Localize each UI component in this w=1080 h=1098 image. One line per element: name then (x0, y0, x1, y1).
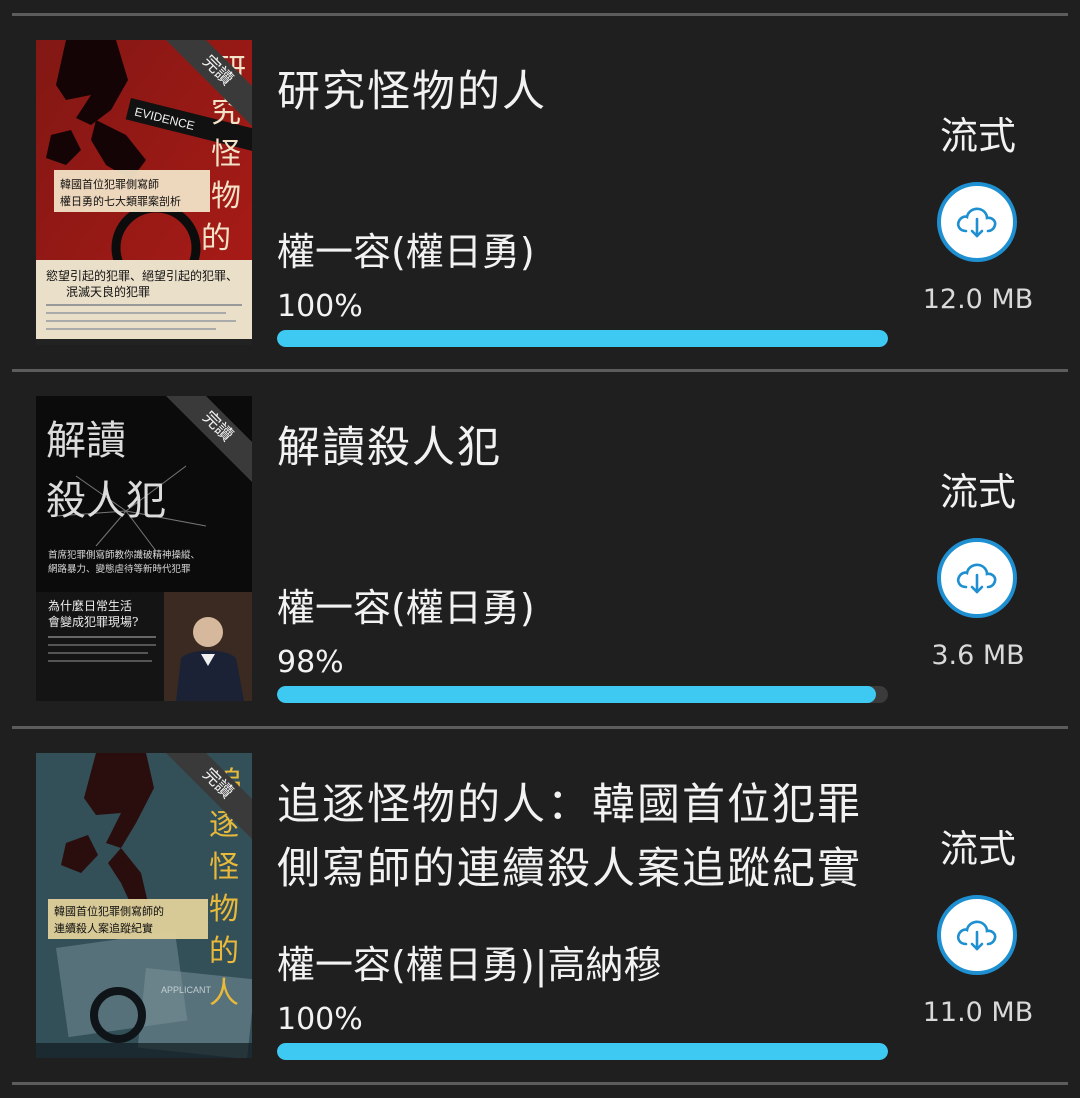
progress-bar (277, 330, 888, 347)
download-button[interactable] (937, 538, 1017, 618)
download-list-page: EVIDENCE 韓國首位犯罪側寫師 權日勇的七大類罪案剖析 研 究 怪 物 的… (0, 0, 1080, 1098)
book-cover[interactable]: EVIDENCE 韓國首位犯罪側寫師 權日勇的七大類罪案剖析 研 究 怪 物 的… (36, 40, 252, 345)
book-list-item[interactable]: EVIDENCE 韓國首位犯罪側寫師 權日勇的七大類罪案剖析 研 究 怪 物 的… (0, 16, 1080, 370)
progress-fill (277, 330, 888, 347)
divider (12, 1082, 1068, 1085)
download-button[interactable] (937, 895, 1017, 975)
download-button[interactable] (937, 182, 1017, 262)
cover-title-char: 物 (209, 892, 239, 927)
file-size: 12.0 MB (922, 284, 1034, 315)
cover-subtitle: 韓國首位犯罪側寫師的 (54, 904, 164, 918)
progress-percent: 98% (277, 645, 344, 680)
progress-fill (277, 686, 876, 703)
file-size: 3.6 MB (931, 640, 1025, 671)
progress-bar (277, 686, 888, 703)
cover-tagline: 泯滅天良的犯罪 (66, 284, 150, 299)
cover-question: 會變成犯罪現場? (48, 614, 138, 629)
book-cover[interactable]: 解讀 殺人犯 首席犯罪側寫師教你識破精神操縱、 網路暴力、變態虐待等新時代犯罪 … (36, 396, 252, 701)
cover-title-char: 人 (209, 976, 239, 1011)
progress-bar (277, 1043, 888, 1060)
cover-title-char: 物 (211, 179, 241, 214)
cover-subtitle: 韓國首位犯罪側寫師 (60, 177, 159, 191)
cover-title: 殺人犯 (46, 478, 166, 524)
stream-label: 流式 (939, 114, 1016, 158)
book-title[interactable]: 解讀殺人犯 (277, 416, 897, 480)
cover-subtitle: 網路暴力、變態虐待等新時代犯罪 (48, 563, 191, 575)
cover-subtitle: 連續殺人案追蹤紀實 (54, 921, 153, 935)
cloud-download-icon (956, 563, 997, 594)
cloud-download-icon (956, 207, 997, 238)
book-title[interactable]: 研究怪物的人 (277, 60, 897, 124)
cover-title-char: 的 (201, 221, 231, 256)
book-author: 權一容(權日勇) (277, 586, 535, 630)
progress-percent: 100% (277, 1002, 363, 1037)
cover-title-char: 的 (209, 934, 239, 969)
cover-title-char: 怪 (211, 137, 241, 172)
stream-label: 流式 (939, 470, 1016, 514)
book-title[interactable]: 追逐怪物的人：韓國首位犯罪側寫師的連續殺人案追蹤紀實 (277, 773, 897, 901)
progress-percent: 100% (277, 289, 363, 324)
cover-subtitle: 權日勇的七大類罪案剖析 (60, 194, 181, 208)
stream-label: 流式 (939, 827, 1016, 871)
file-size: 11.0 MB (922, 997, 1034, 1028)
book-list-item[interactable]: 解讀 殺人犯 首席犯罪側寫師教你識破精神操縱、 網路暴力、變態虐待等新時代犯罪 … (0, 372, 1080, 726)
book-cover[interactable]: APPLICANT 韓國首位犯罪側寫師的 連續殺人案追蹤紀實 追 逐 怪 物 的… (36, 753, 252, 1058)
cover-subtitle: 首席犯罪側寫師教你識破精神操縱、 (48, 549, 200, 561)
cover-tagline: 慾望引起的犯罪、絕望引起的犯罪、 (46, 268, 238, 283)
cover-title: 解讀 (46, 418, 126, 464)
cloud-download-icon (956, 920, 997, 951)
cover-question: 為什麼日常生活 (48, 598, 132, 613)
book-author: 權一容(權日勇)|高納穆 (277, 943, 662, 987)
cover-applicant-text: APPLICANT (161, 985, 212, 995)
cover-title-char: 怪 (209, 850, 239, 885)
book-list-item[interactable]: APPLICANT 韓國首位犯罪側寫師的 連續殺人案追蹤紀實 追 逐 怪 物 的… (0, 729, 1080, 1083)
progress-fill (277, 1043, 888, 1060)
book-author: 權一容(權日勇) (277, 230, 535, 274)
